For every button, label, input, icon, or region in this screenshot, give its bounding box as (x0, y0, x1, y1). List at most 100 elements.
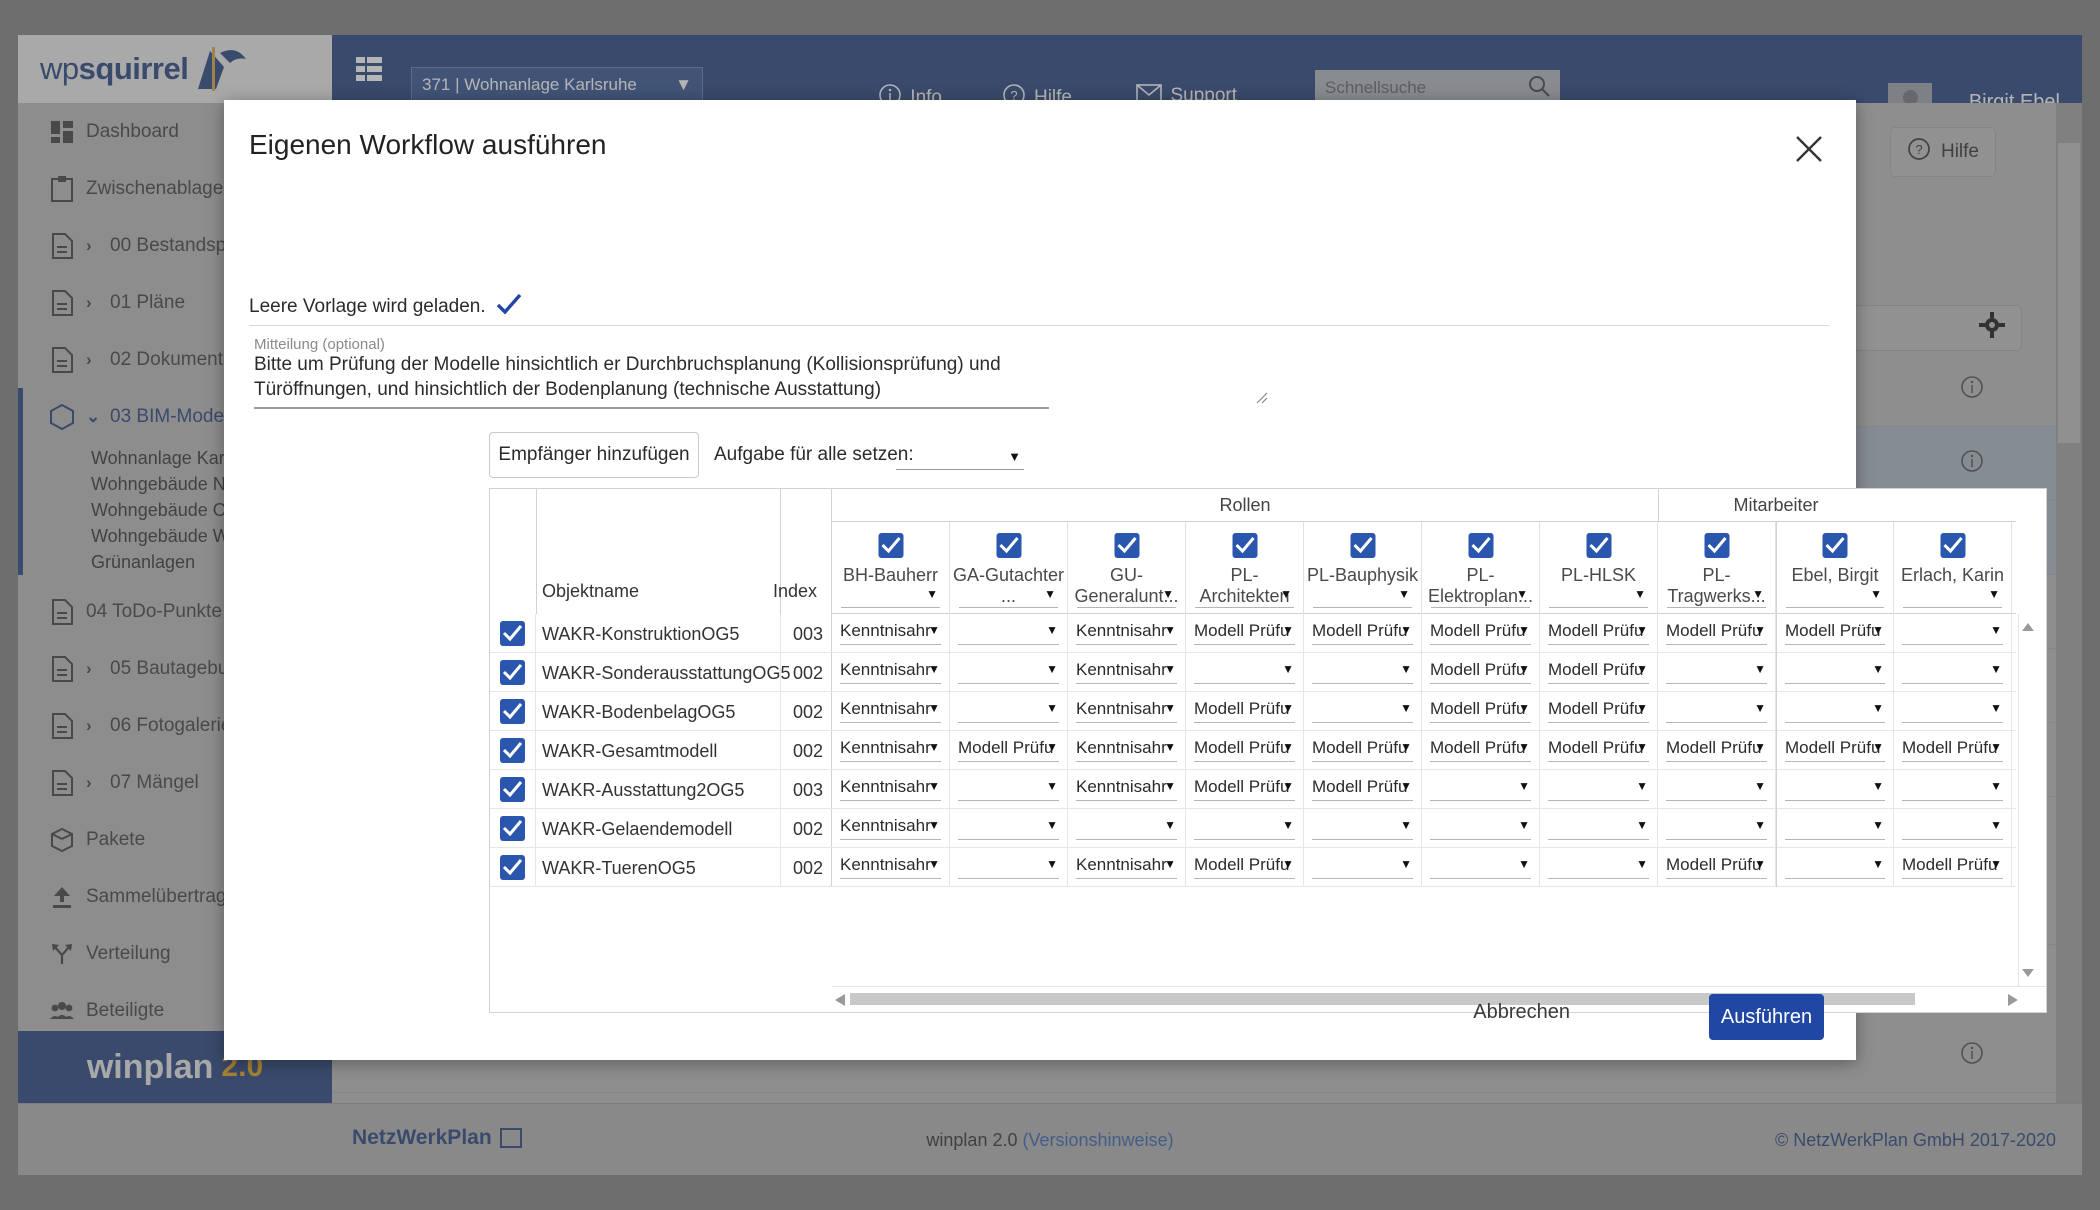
row-checkbox[interactable] (500, 738, 525, 763)
table-cell[interactable]: ▼ (950, 770, 1068, 809)
table-cell[interactable]: ▼ (1658, 770, 1776, 809)
table-cell[interactable]: ▼ (1658, 692, 1776, 731)
cell-select[interactable]: ▼ (1785, 699, 1885, 723)
cell-select[interactable]: ▼ (958, 777, 1059, 801)
cell-select[interactable]: Modell Prüfu ▼ (1430, 699, 1531, 723)
table-cell[interactable]: Modell Prüfu ▼ (1304, 770, 1422, 809)
column-task-select[interactable]: ▼ (1786, 586, 1884, 608)
cell-select[interactable]: ▼ (1902, 621, 2003, 645)
row-checkbox[interactable] (500, 777, 525, 802)
row-checkbox[interactable] (500, 660, 525, 685)
row-checkbox-cell[interactable] (490, 848, 536, 887)
cell-select[interactable]: Modell Prüfu ▼ (1194, 855, 1295, 879)
cell-select[interactable]: Modell Prüfu ▼ (1312, 777, 1413, 801)
cell-select[interactable]: Modell Prüfu ▼ (1548, 738, 1649, 762)
column-checkbox[interactable] (1468, 533, 1493, 558)
table-cell[interactable]: Kenntnisahr ▼ (832, 809, 950, 848)
cell-select[interactable]: ▼ (1312, 855, 1413, 879)
table-cell[interactable]: Modell Prüfu ▼ (1776, 731, 1894, 770)
cell-select[interactable]: ▼ (1312, 816, 1413, 840)
cell-select[interactable]: ▼ (1430, 777, 1531, 801)
column-task-select[interactable]: ▼ (959, 586, 1058, 608)
cell-select[interactable]: Kenntnisahr ▼ (840, 816, 941, 840)
table-cell[interactable]: ▼ (1894, 614, 2012, 653)
cell-select[interactable]: Modell Prüfu ▼ (1666, 855, 1767, 879)
cell-select[interactable]: Kenntnisahr ▼ (840, 738, 941, 762)
cell-select[interactable]: Modell Prüfu ▼ (1902, 738, 2003, 762)
column-task-select[interactable]: ▼ (1195, 586, 1294, 608)
column-task-select[interactable]: ▼ (1313, 586, 1412, 608)
table-horizontal-scrollbar[interactable] (832, 986, 2046, 1012)
cell-select[interactable]: ▼ (1666, 699, 1767, 723)
cell-select[interactable]: Modell Prüfu ▼ (1430, 621, 1531, 645)
table-cell[interactable]: Kenntnisahr ▼ (1068, 770, 1186, 809)
cell-select[interactable]: ▼ (1076, 816, 1177, 840)
cell-select[interactable]: ▼ (1902, 816, 2003, 840)
cell-select[interactable]: ▼ (1430, 855, 1531, 879)
cell-select[interactable]: ▼ (958, 621, 1059, 645)
table-cell[interactable]: Kenntnisahr ▼ (832, 614, 950, 653)
table-cell[interactable]: Modell Prüfu ▼ (1540, 692, 1658, 731)
scrollbar-thumb[interactable] (2058, 143, 2080, 443)
chevron-right-icon[interactable]: › (86, 293, 100, 313)
message-field[interactable]: Bitte um Prüfung der Modelle hinsichtlic… (254, 352, 1049, 402)
table-cell[interactable]: Modell Prüfu ▼ (1186, 731, 1304, 770)
column-task-select[interactable]: ▼ (1903, 586, 2002, 608)
cell-select[interactable]: ▼ (1548, 816, 1649, 840)
table-row[interactable]: WAKR-KonstruktionOG5 003 Kenntnisahr ▼ ▼ Kenn… (490, 614, 2016, 653)
cell-select[interactable]: Kenntnisahr ▼ (1076, 699, 1177, 723)
cell-select[interactable]: Kenntnisahr ▼ (1076, 855, 1177, 879)
cell-select[interactable]: ▼ (1785, 855, 1885, 879)
table-cell[interactable]: Modell Prüfu ▼ (1540, 614, 1658, 653)
grid-menu-icon[interactable] (356, 57, 382, 81)
row-checkbox-cell[interactable] (490, 809, 536, 848)
cell-select[interactable]: Kenntnisahr ▼ (840, 621, 941, 645)
table-cell[interactable]: ▼ (1776, 848, 1894, 887)
table-cell[interactable]: ▼ (1422, 809, 1540, 848)
cell-select[interactable]: Kenntnisahr ▼ (840, 777, 941, 801)
table-cell[interactable]: Kenntnisahr ▼ (1068, 731, 1186, 770)
table-row[interactable]: WAKR-TuerenOG5 002 Kenntnisahr ▼ ▼ Kenntnisah… (490, 848, 2016, 887)
table-cell[interactable]: ▼ (1422, 770, 1540, 809)
table-row[interactable]: WAKR-Ausstattung2OG5 003 Kenntnisahr ▼ ▼ Kenn… (490, 770, 2016, 809)
table-cell[interactable]: Modell Prüfu ▼ (1186, 770, 1304, 809)
table-vertical-scrollbar[interactable] (2018, 614, 2038, 986)
table-cell[interactable]: Kenntnisahr ▼ (1068, 692, 1186, 731)
table-cell[interactable]: Modell Prüfu ▼ (1186, 848, 1304, 887)
cell-select[interactable]: Kenntnisahr ▼ (840, 855, 941, 879)
table-row[interactable]: WAKR-Gelaendemodell 002 Kenntnisahr ▼ ▼ ▼ ▼ ▼ ▼ ▼… (490, 809, 2016, 848)
cell-select[interactable]: ▼ (958, 660, 1059, 684)
cell-select[interactable]: Kenntnisahr ▼ (1076, 777, 1177, 801)
table-cell[interactable]: ▼ (1658, 653, 1776, 692)
cell-select[interactable]: Modell Prüfu ▼ (1548, 621, 1649, 645)
table-row[interactable]: WAKR-Gesamtmodell 002 Kenntnisahr ▼ Modell P… (490, 731, 2016, 770)
cell-select[interactable]: ▼ (958, 699, 1059, 723)
column-task-select[interactable]: ▼ (1077, 586, 1176, 608)
column-checkbox[interactable] (1704, 533, 1729, 558)
cell-select[interactable]: Modell Prüfu ▼ (1194, 777, 1295, 801)
table-cell[interactable]: ▼ (950, 653, 1068, 692)
cell-select[interactable]: Modell Prüfu ▼ (1785, 738, 1885, 762)
table-cell[interactable]: Kenntnisahr ▼ (832, 653, 950, 692)
table-cell[interactable]: ▼ (1068, 809, 1186, 848)
scroll-down-icon[interactable] (2022, 964, 2034, 982)
cell-select[interactable]: Modell Prüfu ▼ (958, 738, 1059, 762)
cell-select[interactable]: Modell Prüfu ▼ (1312, 621, 1413, 645)
release-notes-link[interactable]: (Versionshinweise) (1023, 1130, 1174, 1150)
cell-select[interactable]: Modell Prüfu ▼ (1430, 660, 1531, 684)
table-cell[interactable]: Modell Prüfu ▼ (1894, 848, 2012, 887)
cell-select[interactable]: ▼ (958, 855, 1059, 879)
table-cell[interactable]: Kenntnisahr ▼ (832, 848, 950, 887)
table-cell[interactable]: ▼ (1894, 809, 2012, 848)
add-recipient-button[interactable]: Empfänger hinzufügen (489, 432, 699, 478)
table-cell[interactable]: ▼ (1186, 809, 1304, 848)
table-cell[interactable]: Kenntnisahr ▼ (832, 770, 950, 809)
task-for-all-select[interactable]: ▼ (896, 440, 1024, 470)
cell-select[interactable]: Modell Prüfu ▼ (1194, 738, 1295, 762)
row-checkbox-cell[interactable] (490, 770, 536, 809)
table-cell[interactable]: Modell Prüfu ▼ (1422, 731, 1540, 770)
table-cell[interactable]: ▼ (1304, 848, 1422, 887)
table-cell[interactable]: ▼ (1304, 692, 1422, 731)
table-cell[interactable]: ▼ (950, 809, 1068, 848)
row-checkbox-cell[interactable] (490, 653, 536, 692)
